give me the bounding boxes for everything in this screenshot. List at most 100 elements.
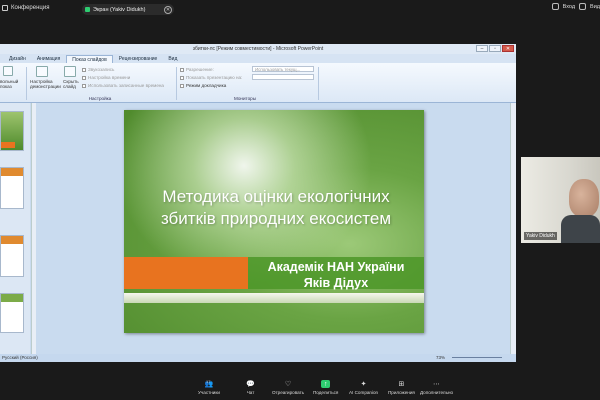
hide-slide-icon[interactable] (64, 66, 76, 77)
minimize-button[interactable]: – (476, 45, 488, 52)
react-label: Отреагировать (272, 390, 305, 395)
participants-label: Участники (198, 390, 220, 395)
participants-count: 17 (206, 379, 211, 384)
zoom-slider[interactable] (452, 357, 502, 358)
conference-label: Конференция (11, 5, 50, 11)
tab-animation[interactable]: Анимация (32, 55, 65, 63)
tab-design[interactable]: Дизайн (4, 55, 31, 63)
record-icon (82, 67, 86, 72)
orange-band (124, 257, 248, 289)
record-narration-label: Звукозапись (88, 67, 115, 72)
current-slide[interactable]: Методика оцінки екологічних збитків прир… (124, 110, 424, 333)
ribbon-separator (176, 67, 177, 100)
chat-icon: 💬 (246, 381, 255, 388)
slideshow-setup-icon[interactable] (36, 66, 48, 77)
use-timings-label: Использовать записанные времена (88, 83, 164, 88)
share-button-label: Поделиться (313, 390, 339, 395)
author-line-1: Академік НАН України (267, 260, 405, 274)
slide-bottom-strip (124, 293, 424, 303)
participant-face (569, 179, 599, 217)
presenter-view-checkbox[interactable] (180, 83, 184, 88)
presenter-view-label: Режим докладчика (186, 83, 227, 88)
show-on-dropdown[interactable] (252, 74, 314, 80)
custom-show-label[interactable]: вольный показ (0, 79, 18, 89)
screen-share-indicator[interactable]: Экран (Yakiv Didukh) ✕ (82, 4, 174, 15)
conference-menu[interactable]: Конференция (2, 5, 49, 11)
slideshow-setup-label[interactable]: Настройка демонстрации (30, 79, 61, 89)
use-timings-item[interactable]: Использовать записанные времена (82, 83, 164, 88)
participant-video[interactable]: Yakiv Didukh (521, 157, 600, 243)
language-status[interactable]: Русский (Россия) (2, 355, 38, 360)
window-title: збитки-лс [Режим совместимости] - Micros… (192, 46, 324, 52)
editor-scrollbar[interactable] (510, 103, 516, 354)
ribbon-tabs: Дизайн Анимация Показ слайдов Рецензиров… (0, 54, 516, 63)
resolution-label: Разрешение: (186, 67, 214, 72)
view-grid-icon[interactable] (579, 3, 587, 10)
more-label: Дополнительно (420, 390, 454, 395)
use-timings-checkbox[interactable] (82, 83, 86, 88)
rehearse-timings-item[interactable]: Настройка времени (82, 75, 130, 80)
apps-icon: ⊞ (398, 381, 405, 388)
tab-review[interactable]: Рецензирование (114, 55, 163, 63)
maximize-button[interactable]: ▫ (489, 45, 501, 52)
close-button[interactable]: ✕ (502, 45, 514, 52)
tab-slideshow[interactable]: Показ слайдов (66, 55, 113, 63)
chat-label: Чат (246, 390, 255, 395)
resolution-item: Разрешение: (180, 67, 214, 72)
thumbnails-scrollbar[interactable] (31, 103, 36, 354)
conference-icon (2, 5, 8, 11)
zoom-top-bar: Конференция Экран (Yakiv Didukh) ✕ Вход … (0, 0, 600, 20)
show-on-item: Показать презентацию на: (180, 75, 242, 80)
ribbon-separator (26, 67, 27, 100)
timer-icon (82, 75, 86, 80)
ai-label: AI Companion (349, 390, 379, 395)
ribbon: вольный показ Настройка демонстрации Скр… (0, 63, 516, 103)
exit-label[interactable]: Вход (563, 4, 575, 10)
stop-share-icon[interactable]: ✕ (164, 5, 172, 14)
presenter-view-item[interactable]: Режим докладчика (180, 83, 226, 88)
slide-author: Академік НАН України Яків Дідух (248, 258, 424, 291)
heart-icon: ♡ (284, 381, 292, 388)
ribbon-separator (318, 67, 319, 100)
slide-title: Методика оцінки екологічних збитків прир… (160, 187, 392, 228)
group-setup-label: Настройка (88, 96, 112, 101)
slide-thumbnail[interactable] (0, 111, 24, 151)
monitor-icon (180, 75, 184, 80)
shield-icon[interactable] (551, 3, 559, 10)
status-bar: Русский (Россия) 73% (0, 354, 516, 362)
participant-shirt (561, 215, 600, 243)
more-button[interactable]: ⋯ Дополнительно (420, 380, 453, 395)
zoom-toolbar: 👥 17 Участники 💬 Чат ♡ Отреагировать ↑ П… (0, 378, 600, 400)
apps-button[interactable]: ⊞ Приложения (388, 380, 415, 395)
hide-slide-label[interactable]: Скрыть слайд (63, 79, 79, 89)
apps-label: Приложения (388, 390, 415, 395)
slide-thumbnail[interactable] (0, 293, 24, 333)
more-icon: ⋯ (433, 381, 441, 388)
participants-button[interactable]: 👥 17 Участники (198, 379, 220, 395)
powerpoint-window: збитки-лс [Режим совместимости] - Micros… (0, 44, 516, 362)
zoom-level[interactable]: 73% (436, 355, 445, 360)
author-line-2: Яків Дідух (303, 276, 369, 290)
record-narration-item[interactable]: Звукозапись (82, 67, 114, 72)
slide-thumbnail[interactable] (0, 235, 24, 277)
resolution-icon (180, 67, 184, 72)
share-label: Экран (Yakiv Didukh) (93, 6, 146, 13)
react-button[interactable]: ♡ Отреагировать (272, 380, 304, 395)
share-button[interactable]: ↑ Поделиться (313, 380, 338, 395)
custom-show-icon[interactable] (3, 66, 13, 76)
view-label[interactable]: Вид (590, 4, 600, 10)
rehearse-timings-label: Настройка времени (88, 75, 131, 80)
editor-workspace: Методика оцінки екологічних збитків прир… (0, 103, 516, 354)
resolution-dropdown[interactable]: Использовать текущ... (252, 66, 314, 72)
group-monitors-label: Мониторы (234, 96, 256, 101)
show-on-label: Показать презентацию на: (186, 75, 243, 80)
slide-thumbnails-panel[interactable] (0, 103, 30, 354)
share-arrow-icon: ↑ (321, 380, 331, 388)
ai-companion-button[interactable]: ✦ AI Companion (349, 380, 378, 395)
window-title-bar: збитки-лс [Режим совместимости] - Micros… (0, 44, 516, 54)
tab-view[interactable]: Вид (163, 55, 182, 63)
participant-name: Yakiv Didukh (524, 232, 557, 240)
chat-button[interactable]: 💬 Чат (246, 380, 255, 395)
slide-thumbnail[interactable] (0, 167, 24, 209)
share-status-icon (85, 7, 90, 12)
